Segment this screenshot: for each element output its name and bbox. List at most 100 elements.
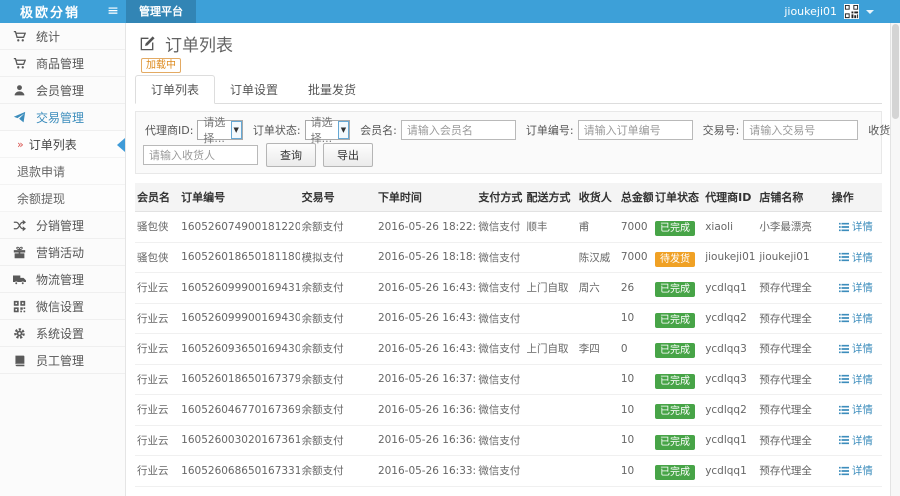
order-no-label: 订单编号: [525,124,574,137]
list-icon [838,252,849,262]
cell-receiver: 甫 [576,211,619,243]
order-status-select[interactable]: 请选择... ▼ [304,116,351,145]
order-status-badge: 已完成 [655,465,695,481]
sidebar-item-logistics[interactable]: 物流管理 [0,266,125,293]
detail-link[interactable]: 详情 [838,433,873,448]
cell-member: 行业云 [135,303,180,334]
sidebar-subitem-order-list[interactable]: » 订单列表 [0,131,125,158]
sidebar-subitem-balance-withdraw[interactable]: 余额提现 [0,185,125,212]
cell-shop: 小李最漂亮 [757,211,830,243]
sidebar-item-trade-management[interactable]: 交易管理 [0,104,125,131]
order-table: 会员名 订单编号 交易号 下单时间 支付方式 配送方式 收货人 总金额 订单状态… [135,183,882,496]
cell-receiver: 周六 [576,486,619,496]
table-row: 骚包侠 16052607490018122011 余额支付 2016-05-26… [135,211,882,243]
tab-batch-shipping[interactable]: 批量发货 [293,76,371,103]
order-status-badge: 已完成 [655,221,695,237]
sidebar-item-label: 员工管理 [36,353,85,368]
sidebar-item-products[interactable]: 商品管理 [0,50,125,77]
member-name-input[interactable] [400,120,516,140]
detail-link[interactable]: 详情 [838,341,873,356]
cell-action: 详情 [829,303,882,334]
table-row: 行业云 16052609990016943154 余额支付 2016-05-26… [135,272,882,304]
list-icon [838,374,849,384]
cell-time: 2016-05-26 18:22:1 [375,211,477,243]
list-icon [838,344,849,353]
cell-pay: 微信支付 [476,211,525,243]
detail-link[interactable]: 详情 [838,372,873,387]
col-order-no: 订单编号 [179,183,300,212]
sidebar-item-label: 分销管理 [36,218,85,233]
receiver-input[interactable] [143,145,258,165]
username-label[interactable]: jioukeji01 [784,5,837,18]
cell-amount: 85 [618,486,653,496]
sidebar-item-wechat-settings[interactable]: 微信设置 [0,293,125,320]
hamburger-menu-icon[interactable]: ≡ [100,0,126,23]
cell-agent: ycdlqq1 [703,455,758,487]
col-receiver: 收货人 [576,183,619,212]
order-no-input[interactable] [577,120,693,140]
list-icon [838,435,849,445]
sidebar-item-staff-management[interactable]: 员工管理 [0,347,125,374]
col-pay: 支付方式 [476,183,525,212]
cell-agent: ycdlqq1 [703,272,758,304]
cell-receiver [576,364,619,395]
sidebar-item-distribution[interactable]: 分销管理 [0,212,125,239]
cell-status: 已完成 [653,272,704,304]
cell-status: 已完成 [653,303,704,334]
cell-time: 2016-05-26 18:18:1 [375,242,477,273]
qr-code-icon[interactable] [844,4,859,19]
order-status-label: 订单状态: [252,124,301,137]
scrollbar-thumb[interactable] [892,24,899,119]
detail-link[interactable]: 详情 [838,311,873,326]
sidebar-subitem-refund-requests[interactable]: 退款申请 [0,158,125,185]
cell-amount: 0 [618,333,653,365]
cell-status: 已完成 [653,364,704,395]
col-action: 操作 [829,183,882,212]
order-status-badge: 已完成 [655,343,695,359]
cell-pay: 微信支付 [476,486,525,496]
sidebar-item-members[interactable]: 会员管理 [0,77,125,104]
sidebar-item-system-settings[interactable]: 系统设置 [0,320,125,347]
sidebar-item-statistics[interactable]: 统计 [0,23,125,50]
table-row: 行业云 16052601240018931419 余额支付 2016-05-26… [135,486,882,496]
cell-member: 行业云 [135,455,180,487]
topbar-tab-admin-platform[interactable]: 管理平台 [126,0,196,23]
detail-link[interactable]: 详情 [838,402,873,417]
cell-trade-no: 余额支付 [299,272,376,304]
cell-pay: 微信支付 [476,303,525,334]
cell-action: 详情 [829,425,882,456]
cell-action: 详情 [829,211,882,243]
sidebar-item-label: 交易管理 [36,110,85,125]
cell-delivery: 顺丰 [524,211,577,243]
filter-panel: 代理商ID: 请选择... ▼ 订单状态: 请选择... ▼ 会员名: 订单编号… [135,111,900,174]
vertical-scrollbar[interactable] [890,23,900,496]
agent-id-select[interactable]: 请选择... ▼ [197,116,243,145]
exchange-icon [13,110,27,124]
cell-pay: 微信支付 [476,364,525,395]
gift-icon [13,245,27,259]
order-status-badge: 待发货 [655,251,695,267]
detail-link[interactable]: 详情 [838,280,873,295]
tab-bar: 订单列表 订单设置 批量发货 [135,75,882,104]
col-time: 下单时间 [375,183,477,212]
agent-id-select-value: 请选择... [203,116,226,145]
export-button[interactable]: 导出 [323,143,373,167]
cell-agent: ycdlqq3 [703,333,758,365]
search-button[interactable]: 查询 [266,143,316,167]
tab-order-list[interactable]: 订单列表 [135,75,216,104]
detail-link[interactable]: 详情 [838,219,873,234]
cell-receiver [576,394,619,426]
cell-time: 2016-05-26 18:31:1 [375,486,477,496]
cell-receiver: 陈汉威 [576,242,619,273]
user-dropdown-caret-icon[interactable] [866,9,874,14]
dropdown-arrow-icon: ▼ [337,121,350,139]
trade-no-input[interactable] [743,120,859,140]
detail-link[interactable]: 详情 [838,250,873,265]
cell-time: 2016-05-26 16:37:1 [375,364,477,395]
cell-action: 详情 [829,364,882,395]
order-status-badge: 已完成 [655,373,695,389]
detail-link[interactable]: 详情 [838,463,873,478]
cell-order-no: 16052609990016943035 [179,303,300,334]
tab-order-settings[interactable]: 订单设置 [215,76,293,103]
sidebar-item-marketing[interactable]: 营销活动 [0,239,125,266]
